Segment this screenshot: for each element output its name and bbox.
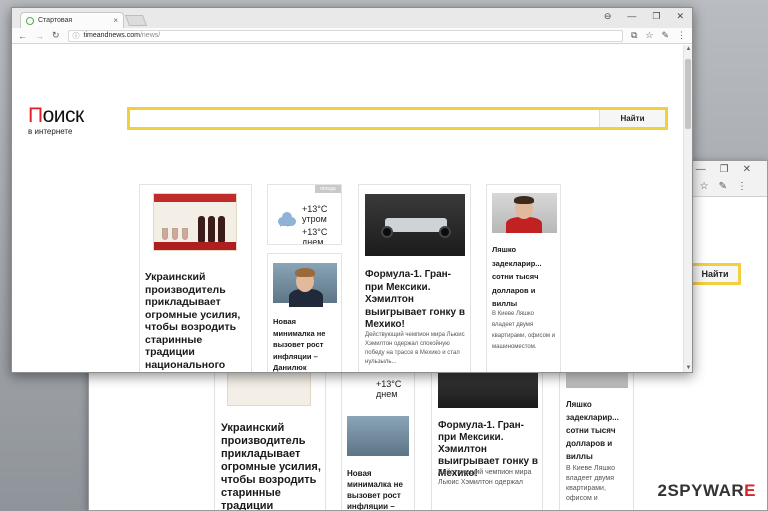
economy-headline[interactable]: Новая минималка не вызовет рост инфляции… (273, 316, 339, 372)
weather-widget[interactable]: погода ' ' +13°C утром +13°C днем (267, 184, 342, 245)
page-viewport: Поиск в интернете Найти Украинский произ… (12, 45, 692, 372)
race-car-shape (385, 218, 447, 232)
wine-bottle-shape (208, 216, 215, 242)
wine-news-image (153, 193, 237, 251)
url-host: timeandnews.com (83, 32, 140, 39)
back-card-formula[interactable]: Формула-1. Гран-при Мексики. Хэмилтон вы… (431, 361, 543, 510)
news-card-wine[interactable]: Украинский производитель прикладывает ог… (139, 184, 252, 372)
tab-title: Стартовая (38, 17, 73, 24)
browser-titlebar: Стартовая × ⊖ — ❐ ✕ (12, 8, 692, 28)
scroll-down-arrow-icon[interactable]: ▼ (684, 365, 692, 371)
window-controls: ⊖ — ❐ ✕ (604, 11, 684, 22)
news-card-formula[interactable]: Формула-1. Гран-при Мексики. Хэмилтон вы… (358, 184, 471, 372)
economy-news-image (273, 263, 337, 307)
wine-glass-shape (172, 228, 178, 240)
weather-morning: +13°C утром (302, 204, 328, 224)
back-formula-image (438, 370, 538, 408)
back-lyashko-text: В Киеве Ляшко владеет двумя квартирами, … (566, 465, 616, 502)
tab-favicon-icon (26, 16, 34, 25)
watermark: 2SPYWARE (658, 481, 756, 501)
address-bar[interactable]: ⓘ timeandnews.com /news/ (67, 29, 623, 42)
back-card-weather-economy[interactable]: +13°C днем Новая минималка не вызовет ро… (341, 361, 415, 510)
back-lyashko-headline[interactable]: Ляшко задекларир... сотни тысяч долларов… (566, 398, 630, 463)
back-weather-day: +13°C днем (376, 379, 402, 399)
wine-glass-shape (182, 228, 188, 240)
browser-toolbar: ← → ↻ ⓘ timeandnews.com /news/ ⧉ ☆ ✎ ⋮ (12, 28, 692, 44)
url-path: /news/ (139, 32, 161, 39)
menu-icon[interactable]: ⋮ (677, 30, 686, 41)
lyashko-hair-shape (514, 196, 534, 204)
tab-close-icon[interactable]: × (113, 16, 118, 25)
formula-text: Действующий чемпион мира Льюис Хэмилтон … (365, 332, 465, 365)
maximize-icon[interactable]: ❐ (652, 11, 660, 22)
search-input[interactable] (130, 110, 599, 127)
lyashko-news-image (492, 193, 557, 233)
logo-first-letter: П (28, 104, 43, 127)
race-car-wheel (439, 226, 451, 238)
search-bar: Найти (127, 107, 668, 130)
search-button[interactable]: Найти (599, 110, 665, 127)
logo-subtitle: в интернете (28, 127, 73, 136)
back-extension-icon[interactable]: ✎ (719, 181, 727, 192)
toolbar-actions: ⧉ ☆ ✎ ⋮ (631, 30, 686, 41)
active-tab[interactable]: Стартовая × (20, 12, 124, 28)
news-card-lyashko[interactable]: Ляшко задекларир... сотни тысяч долларов… (486, 184, 561, 372)
rain-drops-icon: ' ' (280, 225, 291, 232)
back-close-icon[interactable]: ✕ (743, 164, 751, 175)
site-logo[interactable]: Поиск в интернете (28, 105, 84, 137)
back-formula-text: Действующий чемпион мира Льюис Хэмилтон … (438, 469, 532, 486)
close-window-icon[interactable]: ✕ (676, 11, 684, 22)
wine-bottle-shape (198, 216, 205, 242)
bookmark-star-icon[interactable]: ☆ (645, 30, 653, 41)
portrait-hair-shape (295, 268, 315, 277)
reload-icon[interactable]: ↻ (52, 30, 60, 41)
browser-window: Стартовая × ⊖ — ❐ ✕ ← → ↻ ⓘ timeandnews.… (11, 7, 693, 373)
back-card-wine[interactable]: Украинский производитель прикладывает ог… (214, 361, 326, 510)
formula-news-image (365, 194, 465, 256)
wine-headline[interactable]: Украинский производитель прикладывает ог… (145, 271, 249, 372)
weather-day: +13°C днем (302, 227, 328, 245)
logo-rest: оиск (42, 104, 85, 127)
extension-icon[interactable]: ✎ (661, 30, 669, 41)
back-menu-icon[interactable]: ⋮ (737, 181, 747, 192)
forward-arrow-icon[interactable]: → (35, 31, 44, 41)
back-economy-image (347, 416, 409, 456)
back-search-button[interactable]: Найти (689, 263, 741, 285)
back-minimize-icon[interactable]: — (696, 164, 706, 175)
back-wine-headline[interactable]: Украинский производитель прикладывает ог… (221, 422, 321, 510)
wine-banner-strip (154, 194, 236, 202)
formula-headline[interactable]: Формула-1. Гран-при Мексики. Хэмилтон вы… (365, 269, 469, 332)
back-maximize-icon[interactable]: ❐ (720, 164, 729, 175)
race-car-wheel (381, 226, 393, 238)
back-economy-headline[interactable]: Новая минималка не вызовет рост инфляции… (347, 468, 413, 510)
scroll-up-arrow-icon[interactable]: ▲ (684, 46, 692, 52)
news-card-economy[interactable]: Новая минималка не вызовет рост инфляции… (267, 253, 342, 372)
back-arrow-icon[interactable]: ← (18, 31, 27, 41)
watermark-prefix: 2SPYWAR (657, 481, 745, 500)
lyashko-headline[interactable]: Ляшко задекларир... сотни тысяч долларов… (492, 243, 558, 311)
wine-glass-shape (162, 228, 168, 240)
back-card-lyashko[interactable]: Ляшко задекларир... сотни тысяч долларов… (559, 361, 634, 510)
scrollbar-thumb[interactable] (685, 59, 691, 129)
profile-icon[interactable]: ⊖ (604, 11, 612, 22)
back-star-icon[interactable]: ☆ (700, 181, 709, 192)
lyashko-text: В Киеве Ляшко владеет двумя квартирами, … (492, 311, 556, 350)
weather-badge: погода (315, 185, 341, 193)
wine-bottle-shape (218, 216, 225, 242)
vertical-scrollbar[interactable]: ▲ ▼ (683, 45, 692, 372)
minimize-icon[interactable]: — (627, 11, 636, 22)
lyashko-shirt-shape (506, 217, 542, 233)
new-tab-button[interactable] (124, 15, 148, 26)
logo-text: Поиск (28, 105, 84, 127)
translate-icon[interactable]: ⧉ (631, 30, 637, 41)
wine-caption-strip (154, 242, 236, 250)
page-info-icon[interactable]: ⓘ (73, 31, 80, 41)
watermark-suffix: E (744, 481, 756, 500)
